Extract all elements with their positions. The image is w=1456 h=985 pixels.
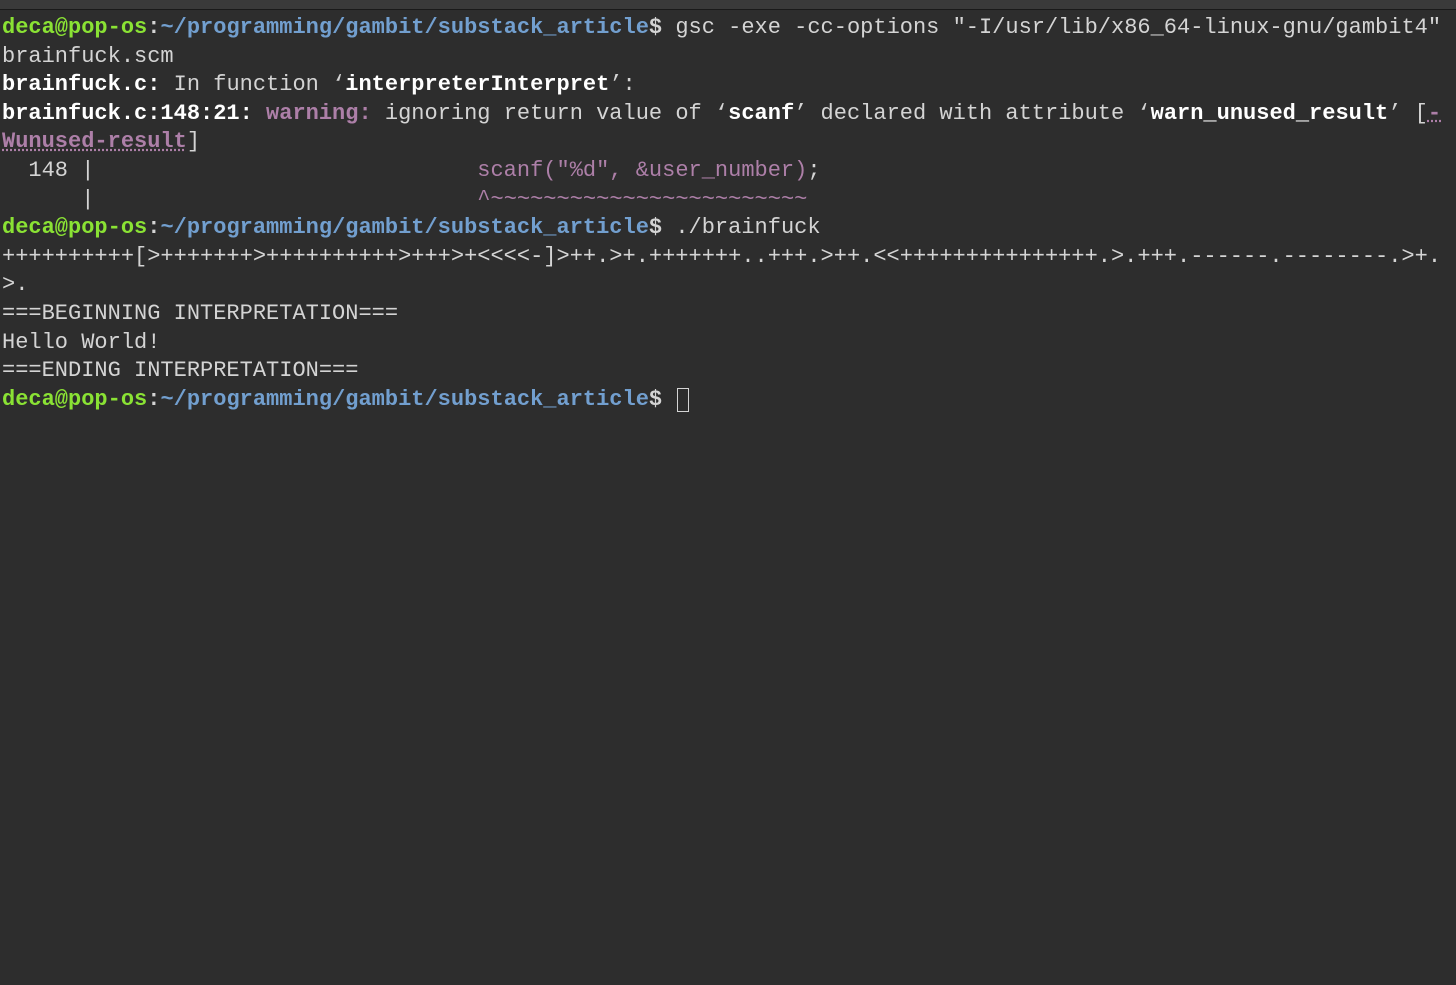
prompt-user-host: deca@pop-os (2, 387, 147, 412)
source-code-highlight: scanf("%d", &user_number) (477, 158, 807, 183)
compiler-text: ’ declared with attribute ‘ (794, 101, 1150, 126)
compiler-attribute: warn_unused_result (1151, 101, 1389, 126)
terminal-line-12: deca@pop-os:~/programming/gambit/substac… (2, 386, 1454, 415)
terminal-line-4: 148 | scanf("%d", &user_number); (2, 157, 1454, 186)
terminal-line-3: brainfuck.c:148:21: warning: ignoring re… (2, 100, 1454, 157)
caret-prefix: | (2, 187, 477, 212)
compiler-text: ] (187, 129, 200, 154)
compiler-symbol: scanf (728, 101, 794, 126)
terminal-line-6: deca@pop-os:~/programming/gambit/substac… (2, 214, 1454, 243)
prompt-path: ~/programming/gambit/substack_article (160, 15, 648, 40)
terminal-line-8: ===BEGINNING INTERPRETATION=== (2, 300, 1454, 329)
terminal-line-7: ++++++++++[>+++++++>++++++++++>+++>+<<<<… (2, 243, 1454, 300)
terminal-line-2: brainfuck.c: In function ‘interpreterInt… (2, 71, 1454, 100)
terminal-line-9: Hello World! (2, 329, 1454, 358)
prompt-dollar: $ (649, 387, 675, 412)
compiler-text: ignoring return value of ‘ (385, 101, 728, 126)
compiler-text: In function ‘ (160, 72, 345, 97)
compiler-text: ’: (609, 72, 635, 97)
prompt-colon: : (147, 215, 160, 240)
prompt-colon: : (147, 15, 160, 40)
terminal-line-5: | ^~~~~~~~~~~~~~~~~~~~~~~~~ (2, 186, 1454, 215)
program-input: ++++++++++[>+++++++>++++++++++>+++>+<<<<… (2, 244, 1441, 298)
terminal-line-1: deca@pop-os:~/programming/gambit/substac… (2, 14, 1454, 71)
terminal-output[interactable]: deca@pop-os:~/programming/gambit/substac… (0, 10, 1456, 418)
prompt-user-host: deca@pop-os (2, 15, 147, 40)
program-output: ===ENDING INTERPRETATION=== (2, 358, 358, 383)
prompt-colon: : (147, 387, 160, 412)
prompt-dollar: $ (649, 215, 675, 240)
compiler-file: brainfuck.c: (2, 72, 160, 97)
compiler-function: interpreterInterpret (345, 72, 609, 97)
compiler-text: ’ [ (1388, 101, 1428, 126)
window-titlebar (0, 0, 1456, 10)
line-number-gutter: 148 | (2, 158, 477, 183)
caret-underline: ^~~~~~~~~~~~~~~~~~~~~~~~~ (477, 187, 807, 212)
source-semicolon: ; (807, 158, 820, 183)
prompt-path: ~/programming/gambit/substack_article (160, 215, 648, 240)
compiler-warning-label: warning: (266, 101, 385, 126)
compiler-location: brainfuck.c:148:21: (2, 101, 266, 126)
program-output: Hello World! (2, 330, 160, 355)
command-text: ./brainfuck (675, 215, 820, 240)
prompt-path: ~/programming/gambit/substack_article (160, 387, 648, 412)
prompt-dollar: $ (649, 15, 675, 40)
terminal-cursor[interactable] (677, 388, 689, 412)
program-output: ===BEGINNING INTERPRETATION=== (2, 301, 398, 326)
terminal-line-11: ===ENDING INTERPRETATION=== (2, 357, 1454, 386)
prompt-user-host: deca@pop-os (2, 215, 147, 240)
